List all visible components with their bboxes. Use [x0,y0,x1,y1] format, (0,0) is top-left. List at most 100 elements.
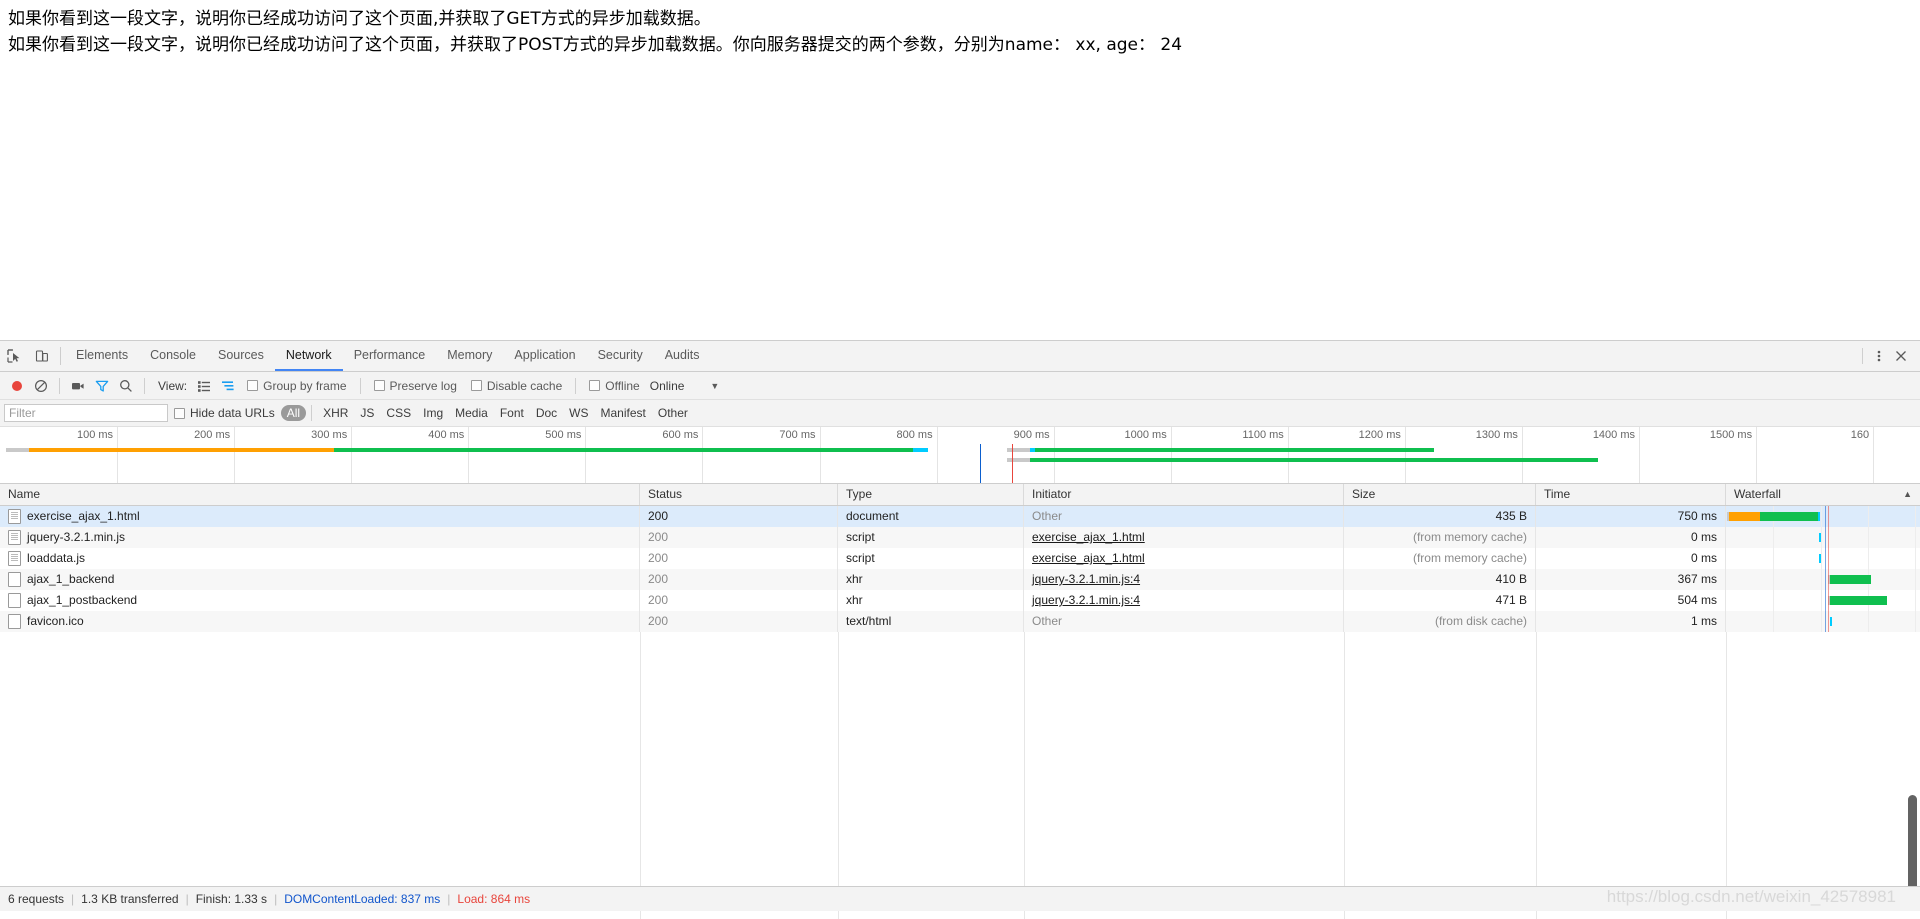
waterfall-bar [1819,554,1822,563]
filter-type-font[interactable]: Font [494,405,530,421]
cell-name[interactable]: jquery-3.2.1.min.js [0,527,640,548]
column-header-waterfall[interactable]: Waterfall ▲ [1726,484,1920,505]
requests-table-body[interactable]: exercise_ajax_1.html 200 document Other 435 … [0,506,1920,919]
filter-type-js[interactable]: JS [354,405,380,421]
filter-type-ws[interactable]: WS [563,405,594,421]
inspect-element-icon[interactable] [0,341,28,371]
load-marker-line [1828,569,1830,590]
filter-type-img[interactable]: Img [417,405,449,421]
tab-performance[interactable]: Performance [343,341,437,371]
initiator-link[interactable]: exercise_ajax_1.html [1032,551,1145,565]
record-button[interactable] [6,375,28,397]
tab-network[interactable]: Network [274,341,343,371]
filter-type-css[interactable]: CSS [380,405,417,421]
cell-initiator[interactable]: exercise_ajax_1.html [1024,527,1344,548]
filter-type-other[interactable]: Other [652,405,694,421]
initiator-link[interactable]: jquery-3.2.1.min.js:4 [1032,572,1140,586]
column-header-initiator[interactable]: Initiator [1024,484,1344,505]
cell-status: 200 [640,527,838,548]
cell-name[interactable]: loaddata.js [0,548,640,569]
tab-console[interactable]: Console [139,341,207,371]
filter-type-media[interactable]: Media [449,405,494,421]
filter-type-all[interactable]: All [280,405,307,421]
cell-initiator[interactable]: jquery-3.2.1.min.js:4 [1024,590,1344,611]
cell-initiator[interactable]: exercise_ajax_1.html [1024,548,1344,569]
request-name-label: jquery-3.2.1.min.js [27,530,126,544]
search-icon[interactable] [115,375,137,397]
finish-time: Finish: 1.33 s [195,892,268,906]
group-by-frame-checkbox[interactable]: Group by frame [241,379,352,393]
tab-memory[interactable]: Memory [436,341,503,371]
waterfall-gridline [1915,527,1917,548]
cell-name[interactable]: ajax_1_backend [0,569,640,590]
status-divider: | [274,892,278,906]
load-marker-line [1828,611,1830,632]
large-request-rows-icon[interactable] [193,375,215,397]
disable-cache-checkbox[interactable]: Disable cache [465,379,568,393]
table-row[interactable]: favicon.ico 200 text/html Other (from disk c… [0,611,1920,632]
capture-screenshots-icon[interactable] [67,375,89,397]
table-row[interactable]: ajax_1_backend 200 xhr jquery-3.2.1.min.js:… [0,569,1920,590]
tab-elements[interactable]: Elements [65,341,139,371]
overview-icon[interactable] [217,375,239,397]
close-devtools-icon[interactable] [1890,345,1912,367]
dom-content-loaded-time: DOMContentLoaded: 837 ms [284,892,441,906]
cell-waterfall[interactable] [1726,611,1920,632]
column-header-size[interactable]: Size [1344,484,1536,505]
more-options-icon[interactable] [1868,345,1890,367]
initiator-link[interactable]: exercise_ajax_1.html [1032,530,1145,544]
throttling-value[interactable]: Online [650,379,685,393]
table-row[interactable]: loaddata.js 200 script exercise_ajax_1.html… [0,548,1920,569]
filter-type-xhr[interactable]: XHR [317,405,354,421]
initiator-link[interactable]: jquery-3.2.1.min.js:4 [1032,593,1140,607]
tab-application[interactable]: Application [503,341,586,371]
column-header-status[interactable]: Status [640,484,838,505]
scrollbar-thumb[interactable] [1908,795,1917,900]
tab-label: Elements [76,348,129,362]
vertical-scrollbar[interactable] [1905,577,1920,912]
device-toolbar-icon[interactable] [28,341,56,371]
cell-waterfall[interactable] [1726,548,1920,569]
column-header-name[interactable]: Name [0,484,640,505]
table-row[interactable]: ajax_1_postbackend 200 xhr jquery-3.2.1.min… [0,590,1920,611]
tab-label: Sources [217,348,264,362]
filter-type-doc[interactable]: Doc [530,405,563,421]
waterfall-gridline [1915,506,1917,527]
table-row[interactable]: exercise_ajax_1.html 200 document Other 435 … [0,506,1920,527]
filter-type-manifest[interactable]: Manifest [595,405,652,421]
column-header-waterfall-label: Waterfall [1734,487,1781,501]
table-row[interactable]: jquery-3.2.1.min.js 200 script exercise_aja… [0,527,1920,548]
toolbar-divider [144,377,145,394]
clear-button[interactable] [30,375,52,397]
initiator-label: Other [1032,509,1063,523]
cell-waterfall[interactable] [1726,506,1920,527]
tab-sources[interactable]: Sources [207,341,275,371]
domcontentloaded-marker-line [1825,611,1826,632]
offline-checkbox[interactable]: Offline [583,379,645,393]
cell-waterfall[interactable] [1726,527,1920,548]
offline-label: Offline [605,378,640,393]
waterfall-gridline [1820,590,1822,611]
cell-name[interactable]: exercise_ajax_1.html [0,506,640,527]
cell-initiator[interactable]: jquery-3.2.1.min.js:4 [1024,569,1344,590]
timeline-tick-label: 200 ms [194,429,231,441]
tab-audits[interactable]: Audits [654,341,711,371]
cell-name[interactable]: favicon.ico [0,611,640,632]
chevron-down-icon[interactable]: ▼ [710,381,719,391]
network-overview-timeline[interactable]: 100 ms 200 ms 300 ms 400 ms 500 ms 600 ms 700 … [0,427,1920,484]
tab-security[interactable]: Security [587,341,654,371]
page-text-line-post: 如果你看到这一段文字，说明你已经成功访问了这个页面，并获取了POST方式的异步加… [8,35,1183,55]
filter-icon[interactable] [91,375,113,397]
timeline-gridline [1170,427,1172,483]
timeline-tick-label: 1400 ms [1592,429,1636,441]
hide-data-urls-checkbox[interactable]: Hide data URLs [174,406,281,420]
column-header-time[interactable]: Time [1536,484,1726,505]
load-marker-line [1828,506,1830,527]
cell-waterfall[interactable] [1726,590,1920,611]
cell-name[interactable]: ajax_1_postbackend [0,590,640,611]
filter-input[interactable] [4,404,168,422]
preserve-log-checkbox[interactable]: Preserve log [368,379,463,393]
column-header-type[interactable]: Type [838,484,1024,505]
page-text-line-get: 如果你看到这一段文字，说明你已经成功访问了这个页面,并获取了GET方式的异步加载… [8,9,711,29]
cell-waterfall[interactable] [1726,569,1920,590]
